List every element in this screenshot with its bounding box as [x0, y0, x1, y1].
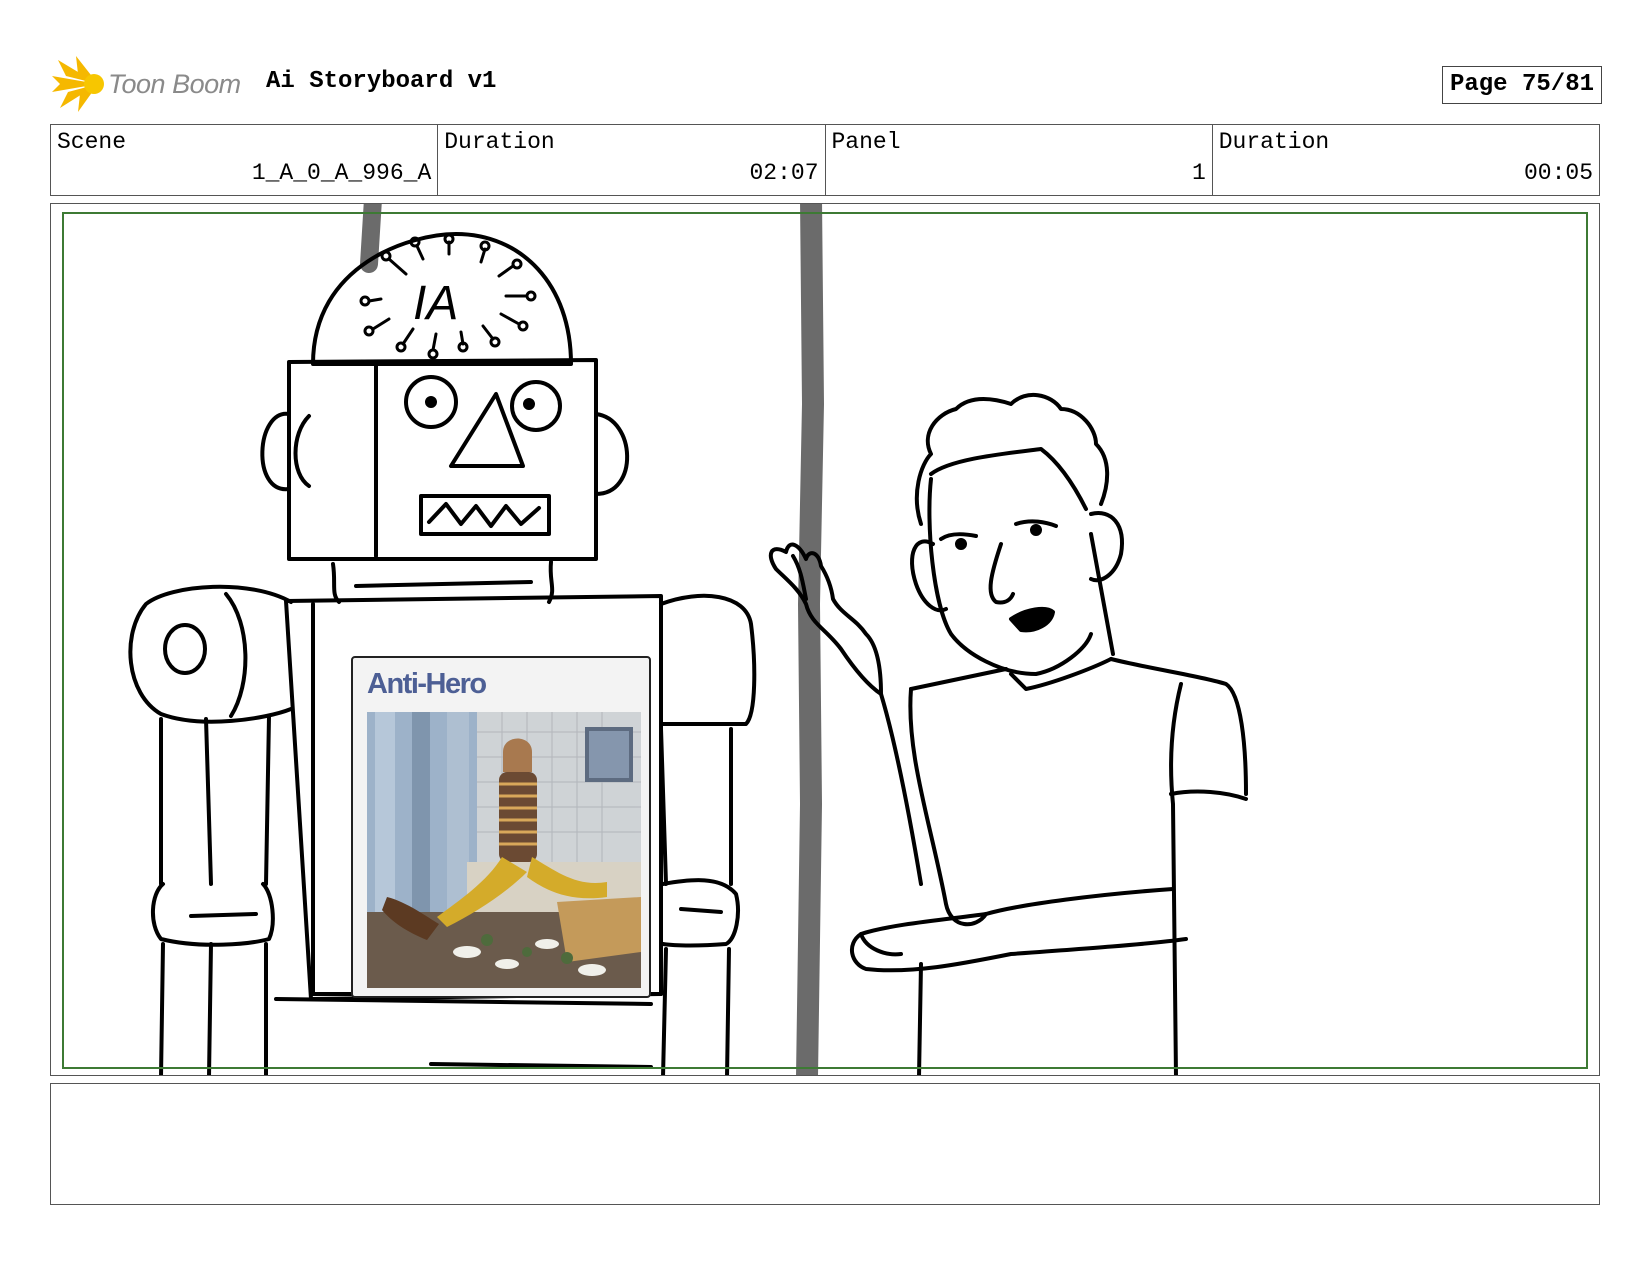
scene-info-row: Scene 1_A_0_A_996_A Duration 02:07 Panel… [50, 124, 1600, 196]
page-indicator: Page 75/81 [1441, 66, 1602, 104]
panel-duration-cell: Duration 00:05 [1213, 125, 1599, 195]
scene-label: Scene [57, 129, 127, 155]
scene-value: 1_A_0_A_996_A [251, 160, 432, 186]
panel-cell: Panel 1 [826, 125, 1213, 195]
panel-duration-value: 00:05 [1523, 160, 1593, 186]
poster-title: Anti-Hero [367, 668, 487, 700]
logo-wordmark: Toon Boom [108, 69, 241, 99]
robot-head-text: IA [413, 277, 458, 330]
notes-box[interactable] [50, 1083, 1600, 1205]
panel-duration-label: Duration [1218, 129, 1330, 155]
man-figure [768, 392, 1248, 1075]
toon-boom-logo: Toon Boom [50, 56, 250, 112]
scene-duration-label: Duration [444, 129, 555, 155]
panel-sketch: IA [128, 204, 1248, 1075]
poster-photo [367, 712, 641, 988]
storyboard-panel: IA Anti-Hero [50, 203, 1600, 1076]
page-header: Toon Boom Ai Storyboard v1 Page 75/81 [50, 52, 1602, 114]
panel-value: 1 [1191, 160, 1206, 186]
tv-screen-poster: Anti-Hero [351, 656, 651, 998]
document-title: Ai Storyboard v1 [266, 68, 497, 95]
scene-cell: Scene 1_A_0_A_996_A [51, 125, 439, 195]
scene-duration-value: 02:07 [749, 160, 819, 186]
scene-duration-cell: Duration 02:07 [438, 125, 826, 195]
starburst-icon [52, 56, 104, 112]
panel-label: Panel [831, 129, 901, 155]
